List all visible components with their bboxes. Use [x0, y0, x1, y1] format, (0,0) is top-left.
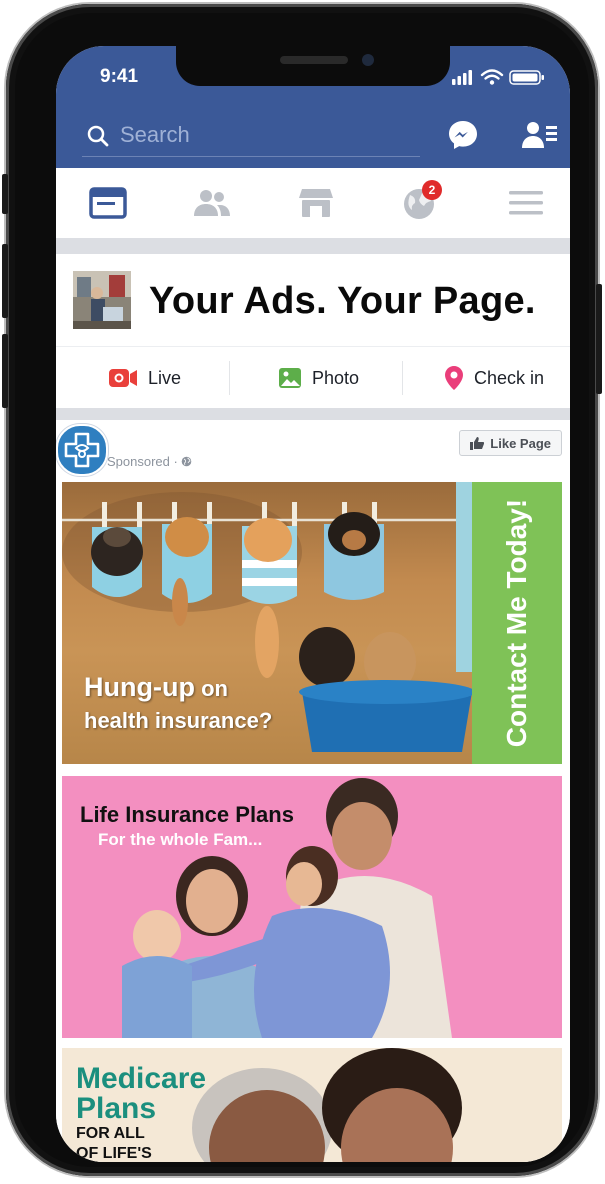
volume-up-button: [2, 244, 8, 318]
status-icons: [452, 66, 548, 88]
front-camera: [362, 54, 374, 66]
location-pin-icon: [445, 366, 463, 390]
tab-friends[interactable]: [180, 168, 244, 238]
tab-news-feed[interactable]: [76, 168, 140, 238]
ad1-headline-rest: on: [194, 676, 228, 701]
power-button: [596, 284, 602, 394]
tab-menu[interactable]: [494, 168, 558, 238]
phone-frame: 9:41 Search 2 Your Ads. Your Page. Live …: [2, 4, 602, 1176]
check-in-button[interactable]: Check in: [444, 347, 544, 409]
cta-accent-strip: [456, 482, 472, 672]
phone-screen: 9:41 Search 2 Your Ads. Your Page. Live …: [56, 46, 570, 1162]
messenger-icon[interactable]: [446, 118, 480, 152]
contact-me-cta[interactable]: Contact Me Today!: [472, 482, 562, 764]
battery-icon: [509, 70, 544, 85]
photo-label: Photo: [312, 367, 360, 388]
check-in-label: Check in: [474, 367, 545, 388]
friends-icon: [194, 190, 230, 216]
search-icon: [86, 124, 110, 148]
ad3-tagline: FOR ALL OF LIFE'S: [76, 1124, 152, 1162]
thumbs-up-icon: [470, 436, 485, 450]
status-time: 9:41: [100, 66, 139, 87]
divider: [402, 361, 403, 395]
photo-icon: [279, 368, 301, 388]
photo-button[interactable]: Photo: [278, 347, 359, 409]
cta-text: Contact Me Today!: [501, 498, 532, 748]
globe-icon: [181, 456, 192, 467]
composer-actions: Live Photo Check in: [56, 346, 570, 409]
ad3-title-line2: Plans: [76, 1092, 157, 1125]
sponsored-text: Sponsored ·: [107, 454, 178, 469]
friend-requests-icon[interactable]: [522, 120, 558, 150]
silent-switch: [2, 174, 8, 214]
earpiece: [280, 56, 348, 64]
news-feed-icon: [89, 187, 127, 219]
tab-notifications[interactable]: 2: [388, 168, 452, 238]
ad-image-life-insurance[interactable]: Life Insurance Plans For the whole Fam..…: [62, 776, 562, 1038]
composer: Your Ads. Your Page.: [56, 254, 570, 346]
live-label: Live: [148, 367, 182, 388]
volume-down-button: [2, 334, 8, 408]
notification-badge: 2: [422, 180, 442, 200]
ad2-subtitle: For the whole Fam...: [98, 830, 263, 849]
like-page-label: Like Page: [490, 435, 551, 451]
ad3-title-line1: Medicare: [76, 1062, 207, 1095]
tab-bar: 2: [56, 168, 570, 238]
ad2-title: Life Insurance Plans: [80, 802, 294, 827]
hamburger-menu-icon: [509, 191, 543, 215]
sponsored-label: Sponsored ·: [107, 454, 192, 469]
page-logo-icon[interactable]: [56, 424, 108, 476]
tab-marketplace[interactable]: [284, 168, 348, 238]
live-video-icon: [109, 369, 137, 387]
ad1-headline-bold: Hung-up: [84, 672, 195, 702]
ad1-subline: health insurance?: [84, 708, 273, 733]
divider: [229, 361, 230, 395]
search-placeholder: Search: [120, 122, 190, 147]
profile-avatar[interactable]: [73, 271, 131, 329]
wifi-icon: [480, 69, 504, 80]
divider: [56, 238, 570, 254]
like-page-button[interactable]: Like Page: [459, 430, 562, 456]
search-input[interactable]: Search: [82, 116, 420, 157]
ad3-title: Medicare Plans: [76, 1064, 206, 1124]
ad3-tagline-line2: OF LIFE'S: [76, 1145, 152, 1162]
marketplace-icon: [299, 189, 333, 217]
signal-icon: [452, 70, 472, 85]
divider: [56, 408, 570, 420]
live-button[interactable]: Live: [108, 347, 181, 409]
ad1-headline: Hung-up on: [84, 672, 228, 703]
sponsored-post: Sponsored · Like Page Contact Me Today! …: [56, 420, 570, 1162]
composer-headline: Your Ads. Your Page.: [149, 280, 536, 322]
notch: [176, 46, 450, 86]
ad-image-medicare[interactable]: Medicare Plans FOR ALL OF LIFE'S: [62, 1048, 562, 1162]
ad3-tagline-line1: FOR ALL: [76, 1125, 145, 1142]
ad-image-health-insurance[interactable]: Contact Me Today! Hung-up on health insu…: [62, 482, 562, 764]
